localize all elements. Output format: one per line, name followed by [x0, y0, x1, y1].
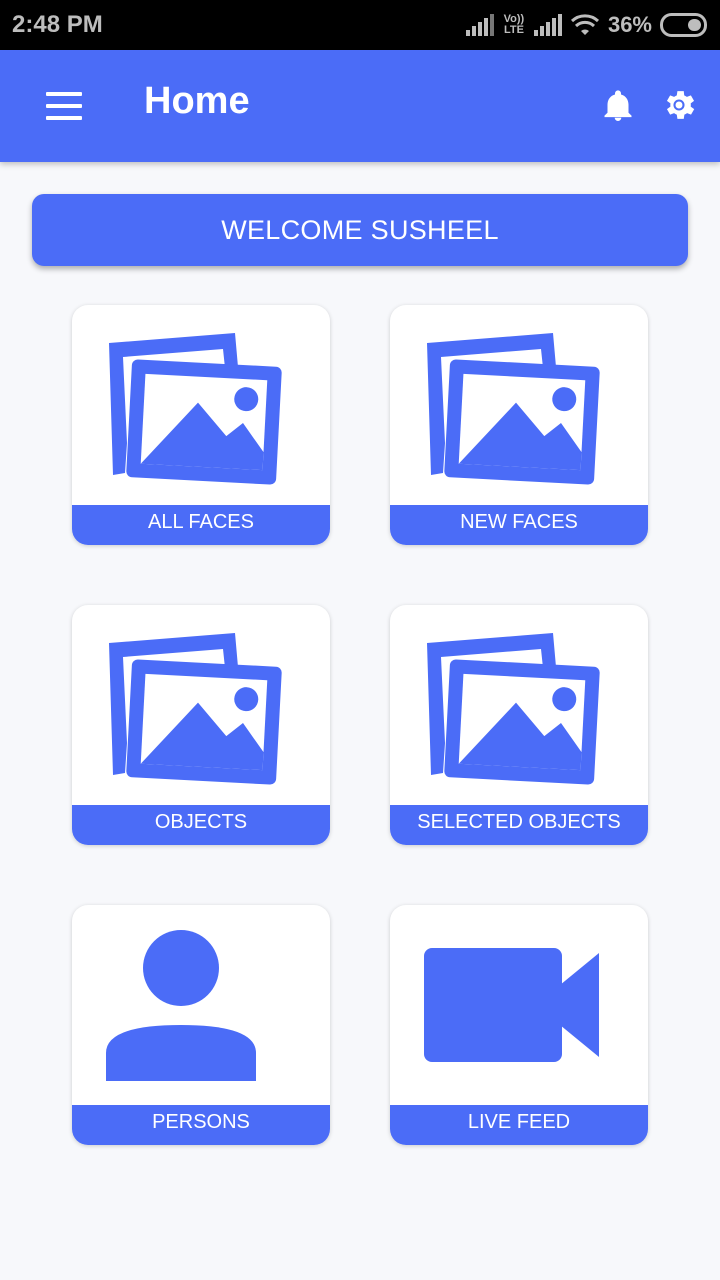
image-gallery-icon [109, 333, 282, 485]
hamburger-menu-icon[interactable] [34, 84, 94, 128]
image-gallery-icon [109, 633, 282, 785]
status-time: 2:48 PM [12, 11, 103, 38]
gear-icon[interactable] [660, 86, 698, 124]
tile-new-faces[interactable]: NEW FACES [390, 305, 648, 545]
signal-icon [533, 14, 562, 36]
tile-live-feed[interactable]: LIVE FEED [390, 905, 648, 1145]
image-gallery-icon [427, 333, 600, 485]
lte-badge: Vo)) LTE [502, 14, 526, 36]
welcome-banner: WELCOME SUSHEEL [32, 194, 688, 266]
tile-label: NEW FACES [390, 505, 648, 545]
battery-percent: 36% [607, 12, 652, 37]
video-camera-icon [424, 948, 599, 1062]
image-gallery-icon [427, 633, 600, 785]
page-title: Home [144, 80, 250, 122]
status-bar: 2:48 PM Vo)) LTE 36% [0, 0, 720, 50]
battery-icon [660, 13, 707, 37]
tile-selected-objects[interactable]: SELECTED OBJECTS [390, 605, 648, 845]
signal-icon [465, 14, 494, 36]
app-bar: Home [0, 50, 720, 162]
bell-icon[interactable] [600, 88, 636, 124]
tile-persons[interactable]: PERSONS [72, 905, 330, 1145]
tile-label: OBJECTS [72, 805, 330, 845]
tile-all-faces[interactable]: ALL FACES [72, 305, 330, 545]
person-icon [106, 930, 256, 1081]
tile-label: PERSONS [72, 1105, 330, 1145]
lte-bottom-label: LTE [503, 24, 524, 36]
tile-objects[interactable]: OBJECTS [72, 605, 330, 845]
tile-label: ALL FACES [72, 505, 330, 545]
status-icons: Vo)) LTE 36% [465, 12, 708, 38]
wifi-icon [570, 14, 599, 35]
tile-label: LIVE FEED [390, 1105, 648, 1145]
tile-label: SELECTED OBJECTS [390, 805, 648, 845]
